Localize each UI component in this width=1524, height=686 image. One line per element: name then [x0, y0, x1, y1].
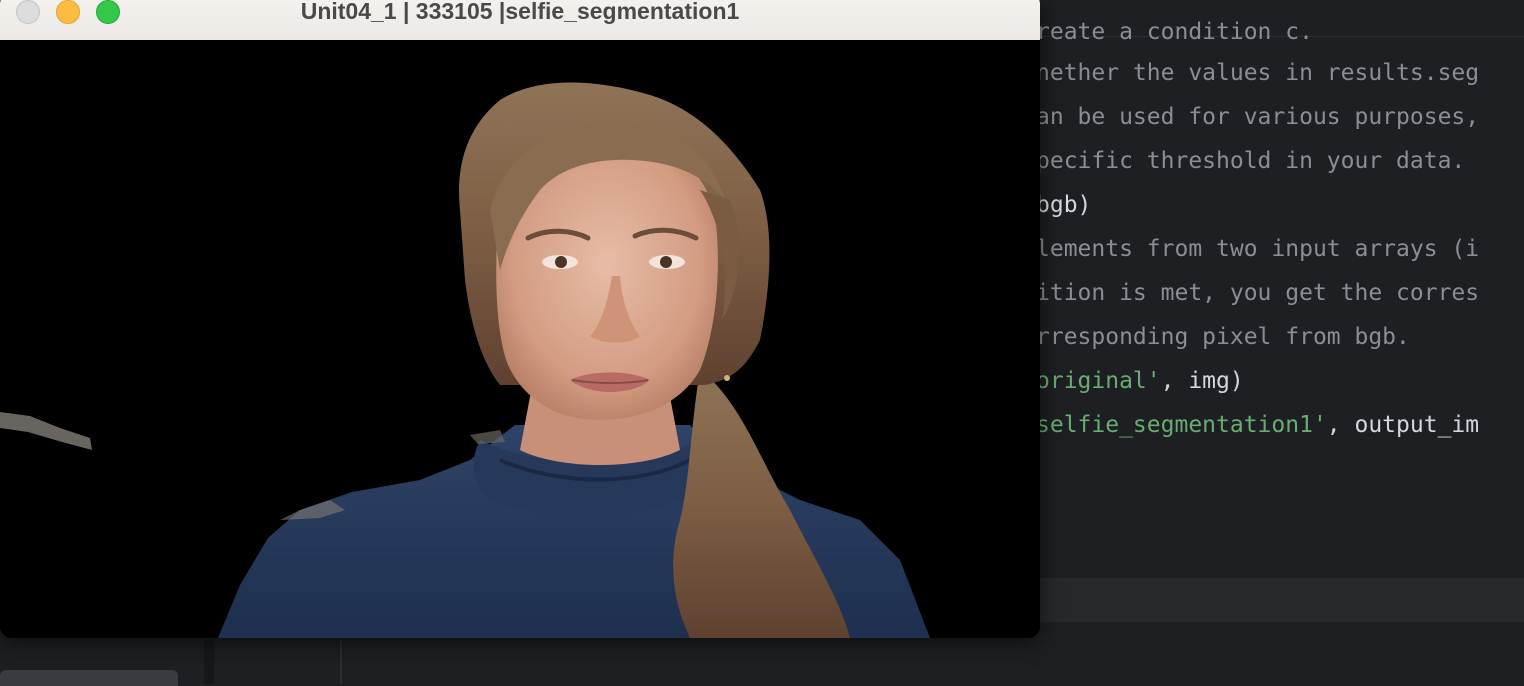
code-line-imshow-original: original', img) — [1036, 359, 1244, 403]
code-line: rresponding pixel from bgb. — [1036, 324, 1410, 350]
window-title: Unit04_1 | 333105 |selfie_segmentation1 — [300, 0, 740, 24]
code-line: nether the values in results.seg — [1036, 60, 1480, 86]
string-literal: original' — [1036, 368, 1161, 394]
segmented-person-image — [0, 40, 1040, 638]
code-line: an be used for various purposes, — [1036, 104, 1480, 130]
code-line-imshow-segmented: selfie_segmentation1', output_im — [1036, 403, 1479, 447]
code-line: lements from two input arrays (i — [1036, 236, 1480, 262]
code-text: , img) — [1160, 368, 1244, 394]
code-line: pecific threshold in your data. — [1036, 148, 1466, 174]
segmented-video-frame — [0, 40, 1040, 638]
segmentation-window[interactable]: Unit04_1 | 333105 |selfie_segmentation1 — [0, 0, 1040, 638]
panel-divider — [340, 640, 342, 684]
code-text: , output_im — [1326, 412, 1480, 438]
code-line: ition is met, you get the corres — [1036, 280, 1480, 306]
code-editor[interactable]: reate a condition c. nether the values i… — [1036, 10, 1524, 438]
window-titlebar[interactable]: Unit04_1 | 333105 |selfie_segmentation1 — [0, 0, 1040, 41]
string-literal: selfie_segmentation1' — [1036, 412, 1327, 438]
code-line: bgb) — [1036, 192, 1092, 218]
code-line: reate a condition c. — [1036, 19, 1313, 45]
panel-splitter[interactable] — [204, 640, 214, 684]
current-line-highlight — [1040, 578, 1524, 622]
